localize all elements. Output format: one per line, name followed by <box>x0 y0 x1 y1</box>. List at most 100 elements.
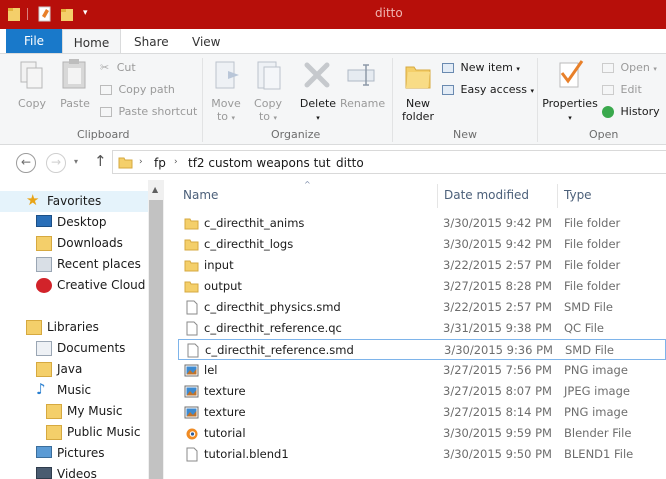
column-header-type[interactable]: Type <box>564 188 592 202</box>
file-date-modified: 3/27/2015 8:28 PM <box>443 279 552 293</box>
easy-access-button[interactable]: Easy access ▾ <box>442 83 534 96</box>
delete-button[interactable]: Delete ▾ <box>298 97 338 125</box>
new-folder-button[interactable]: New folder <box>398 97 438 123</box>
file-name: c_directhit_reference.qc <box>204 321 342 335</box>
file-row[interactable]: c_directhit_anims 3/30/2015 9:42 PM File f… <box>178 213 666 234</box>
sidebar-item-creative-cloud[interactable]: Creative Cloud Fi <box>0 275 148 296</box>
sidebar-item-java[interactable]: Java <box>0 359 148 380</box>
file-name: output <box>204 279 242 293</box>
copy-to-button[interactable]: Copy to ▾ <box>250 97 286 125</box>
rename-button[interactable]: Rename <box>340 97 385 110</box>
ribbon: Copy Paste ✂ Cut Copy path Paste shortcu… <box>0 53 666 145</box>
file-row[interactable]: texture 3/27/2015 8:14 PM PNG image <box>178 402 666 423</box>
folder-icon <box>46 425 62 440</box>
sidebar-item-label: Favorites <box>47 194 102 208</box>
rename-icon[interactable] <box>346 63 376 87</box>
file-type: Blender File <box>564 426 632 440</box>
folder-icon[interactable] <box>7 5 21 23</box>
breadcrumb-fp[interactable]: fp <box>154 156 166 170</box>
scroll-up-icon[interactable]: ▲ <box>152 185 158 194</box>
breadcrumb-ditto[interactable]: ditto <box>336 156 364 170</box>
sidebar-item-public-music[interactable]: Public Music <box>0 422 148 443</box>
paste-button[interactable]: Paste <box>56 97 94 110</box>
new-item-button[interactable]: New item ▾ <box>442 61 520 74</box>
column-header-date-modified[interactable]: Date modified <box>444 188 529 202</box>
file-row[interactable]: c_directhit_reference.qc 3/31/2015 9:38 P… <box>178 318 666 339</box>
file-type: PNG image <box>564 363 628 377</box>
edit-button[interactable]: Edit <box>602 83 642 96</box>
document-icon <box>184 300 199 315</box>
move-to-label-2: to <box>216 110 229 123</box>
recent-places-icon <box>36 257 52 272</box>
cut-button[interactable]: ✂ Cut <box>100 61 136 74</box>
copy-path-button[interactable]: Copy path <box>100 83 175 96</box>
tab-share[interactable]: Share <box>134 29 169 53</box>
sidebar-item-recent-places[interactable]: Recent places <box>0 254 148 275</box>
navigation-pane-scrollbar[interactable]: ▲ <box>148 180 164 479</box>
file-row[interactable]: tutorial 3/30/2015 9:59 PM Blender File <box>178 423 666 444</box>
properties-button[interactable]: Properties ▾ <box>540 97 600 125</box>
file-name: tutorial <box>204 426 246 440</box>
copy-icon[interactable] <box>19 60 45 90</box>
file-date-modified: 3/30/2015 9:59 PM <box>443 426 552 440</box>
recent-locations-icon[interactable]: ▾ <box>74 157 78 166</box>
quick-access-dropdown-icon[interactable]: ▾ <box>83 8 88 18</box>
scrollbar-thumb[interactable] <box>149 200 163 479</box>
scissors-icon: ✂ <box>100 61 110 74</box>
file-row[interactable]: c_directhit_reference.smd 3/30/2015 9:36 … <box>178 339 666 360</box>
paste-icon[interactable] <box>60 58 90 92</box>
new-folder-icon[interactable] <box>60 5 75 23</box>
column-divider[interactable] <box>437 184 438 208</box>
paste-shortcut-button[interactable]: Paste shortcut <box>100 105 197 118</box>
file-name: input <box>204 258 234 272</box>
file-type: JPEG image <box>564 384 630 398</box>
sidebar-item-favorites[interactable]: ★ Favorites <box>0 191 148 212</box>
chevron-down-icon: ▾ <box>516 65 520 73</box>
file-row[interactable]: input 3/22/2015 2:57 PM File folder <box>178 255 666 276</box>
file-name: c_directhit_anims <box>204 216 305 230</box>
back-button[interactable]: ← <box>16 153 36 173</box>
file-row[interactable]: tutorial.blend1 3/30/2015 9:50 PM BLEND1 F… <box>178 444 666 465</box>
file-row[interactable]: lel 3/27/2015 7:56 PM PNG image <box>178 360 666 381</box>
copy-button[interactable]: Copy <box>14 97 50 110</box>
breadcrumb-tf2-custom-weapons-tut[interactable]: tf2 custom weapons tut <box>188 156 331 170</box>
file-type: File folder <box>564 237 621 251</box>
move-to-icon[interactable] <box>212 59 242 91</box>
properties-icon[interactable] <box>38 5 53 23</box>
tab-file[interactable]: File <box>6 29 62 53</box>
file-row[interactable]: texture 3/27/2015 8:07 PM JPEG image <box>178 381 666 402</box>
file-type: File folder <box>564 279 621 293</box>
sidebar-item-videos[interactable]: Videos <box>0 464 148 479</box>
image-icon <box>184 384 199 399</box>
sidebar-item-libraries[interactable]: Libraries <box>0 317 148 338</box>
sidebar-item-label: Public Music <box>67 425 141 439</box>
file-row[interactable]: c_directhit_logs 3/30/2015 9:42 PM File fo… <box>178 234 666 255</box>
file-row[interactable]: output 3/27/2015 8:28 PM File folder <box>178 276 666 297</box>
up-button[interactable]: ↑ <box>94 152 107 170</box>
sidebar-item-documents[interactable]: Documents <box>0 338 148 359</box>
column-header-name[interactable]: Name <box>183 188 218 202</box>
tab-view[interactable]: View <box>192 29 220 53</box>
forward-button[interactable]: → <box>46 153 66 173</box>
delete-icon[interactable] <box>303 61 331 89</box>
properties-icon[interactable] <box>556 59 586 91</box>
file-date-modified: 3/30/2015 9:36 PM <box>444 343 553 357</box>
navigation-pane: ★ Favorites Desktop Downloads Recent pla… <box>0 180 148 479</box>
sidebar-item-my-music[interactable]: My Music <box>0 401 148 422</box>
new-folder-icon[interactable] <box>404 59 432 91</box>
file-date-modified: 3/30/2015 9:42 PM <box>443 237 552 251</box>
sidebar-item-pictures[interactable]: Pictures <box>0 443 148 464</box>
sidebar-item-downloads[interactable]: Downloads <box>0 233 148 254</box>
sidebar-item-desktop[interactable]: Desktop <box>0 212 148 233</box>
history-button[interactable]: History <box>602 105 660 118</box>
copy-to-icon[interactable] <box>254 59 284 91</box>
tab-home[interactable]: Home <box>62 29 121 54</box>
copy-to-label: Copy <box>254 97 282 110</box>
open-button[interactable]: Open ▾ <box>602 61 657 74</box>
file-row[interactable]: c_directhit_physics.smd 3/22/2015 2:57 PM… <box>178 297 666 318</box>
sidebar-item-label: Creative Cloud Fi <box>57 278 148 292</box>
column-divider[interactable] <box>557 184 558 208</box>
sidebar-item-music[interactable]: ♪ Music <box>0 380 148 401</box>
address-bar[interactable]: › fp › tf2 custom weapons tut › ditto <box>112 150 666 174</box>
move-to-button[interactable]: Move to ▾ <box>208 97 244 125</box>
